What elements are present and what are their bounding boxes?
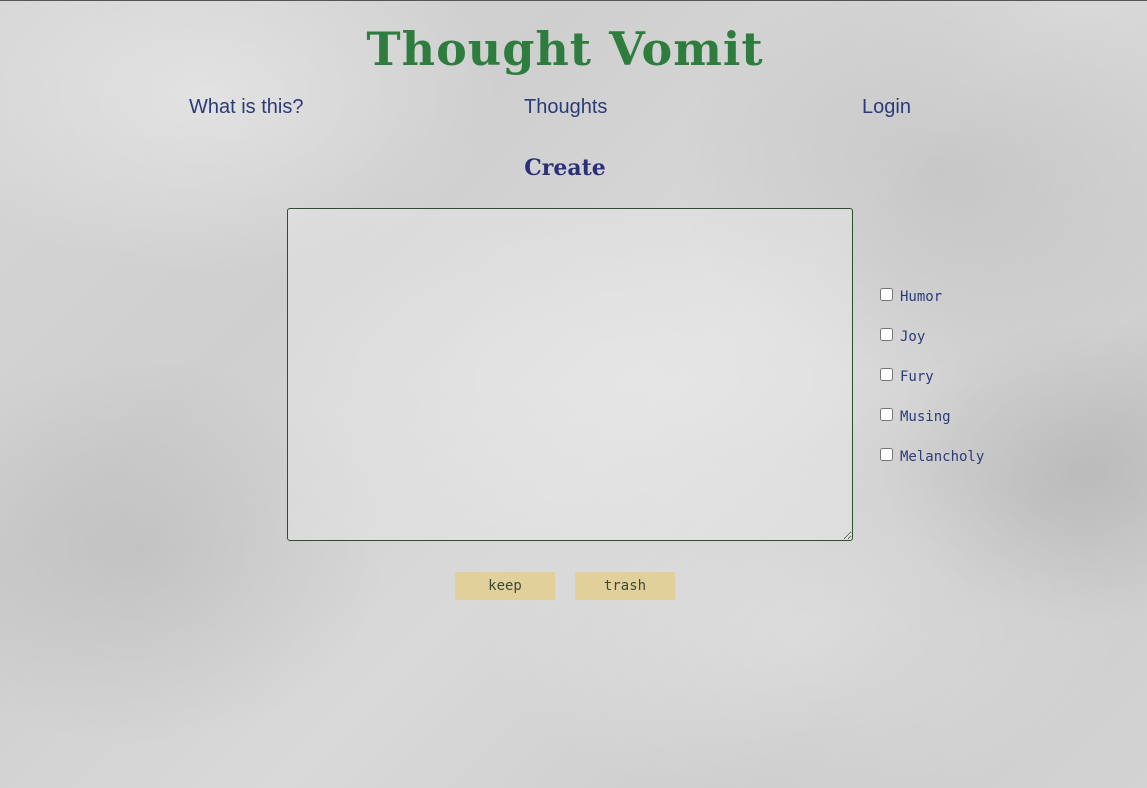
site-title: Thought Vomit	[366, 22, 764, 76]
keep-button[interactable]: keep	[455, 572, 555, 600]
joy-label[interactable]: Joy	[900, 329, 925, 345]
humor-label[interactable]: Humor	[900, 289, 942, 305]
musing-checkbox[interactable]	[880, 408, 893, 421]
joy-checkbox[interactable]	[880, 328, 893, 341]
nav-link-what-is-this[interactable]: What is this?	[189, 96, 303, 119]
top-border	[0, 0, 1147, 1]
melancholy-checkbox[interactable]	[880, 448, 893, 461]
trash-button[interactable]: trash	[575, 572, 675, 600]
humor-checkbox[interactable]	[880, 288, 893, 301]
melancholy-label[interactable]: Melancholy	[900, 449, 984, 465]
fury-checkbox[interactable]	[880, 368, 893, 381]
create-heading: Create	[524, 155, 606, 181]
nav-link-thoughts[interactable]: Thoughts	[524, 96, 607, 119]
fury-label[interactable]: Fury	[900, 369, 934, 385]
thought-textarea[interactable]	[287, 208, 853, 541]
nav-link-login[interactable]: Login	[862, 96, 911, 119]
musing-label[interactable]: Musing	[900, 409, 951, 425]
